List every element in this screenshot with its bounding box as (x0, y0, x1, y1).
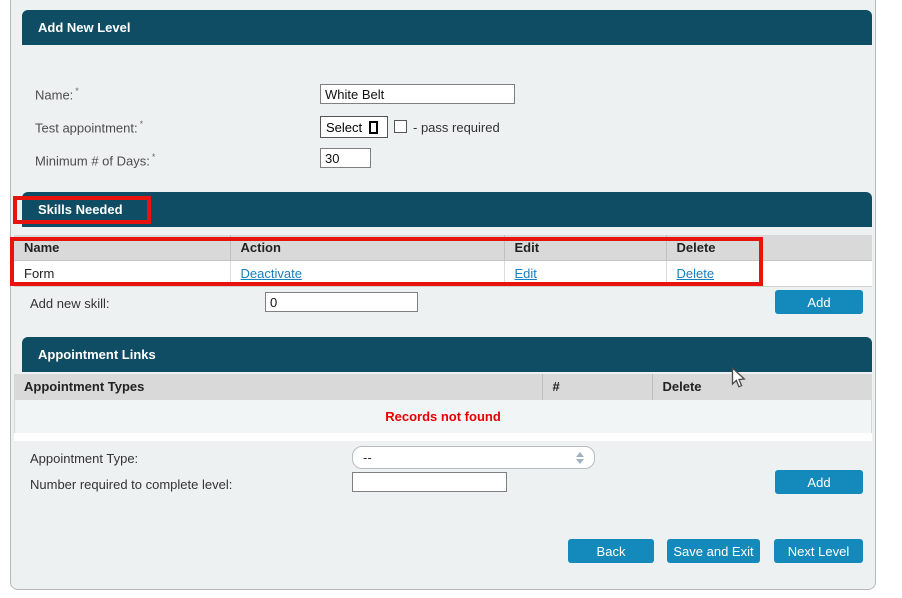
section-title: Add New Level (38, 20, 130, 35)
col-header-action: Action (230, 235, 504, 260)
required-mark: * (152, 152, 156, 162)
save-and-exit-button[interactable]: Save and Exit (667, 539, 760, 563)
next-level-button[interactable]: Next Level (774, 539, 863, 563)
number-required-label: Number required to complete level: (30, 477, 232, 492)
col-header-appointment-types: Appointment Types (14, 374, 542, 400)
col-header-delete: Delete (652, 374, 872, 400)
select-value: Select (326, 120, 362, 135)
page: Add New Level Name:* Test appointment:* … (0, 0, 902, 598)
skill-name-cell: Form (14, 260, 230, 286)
required-mark: * (75, 86, 79, 96)
col-header-number: # (542, 374, 652, 400)
section-title: Skills Needed (38, 202, 123, 217)
select-spinner-icon (576, 452, 584, 464)
deactivate-link[interactable]: Deactivate (241, 266, 302, 281)
select-value: -- (363, 450, 372, 465)
skills-table: Name Action Edit Delete Form Deactivate … (14, 235, 872, 287)
name-input[interactable] (320, 84, 515, 104)
section-title: Appointment Links (38, 347, 156, 362)
missing-glyph-icon (369, 121, 378, 134)
add-new-skill-input[interactable] (265, 292, 418, 312)
section-header-add-new-level: Add New Level (22, 10, 872, 45)
pass-required-checkbox[interactable] (394, 120, 407, 133)
add-skill-button[interactable]: Add (775, 290, 863, 314)
edit-link[interactable]: Edit (515, 266, 537, 281)
back-button[interactable]: Back (568, 539, 654, 563)
col-header-delete: Delete (666, 235, 872, 260)
number-required-input[interactable] (352, 472, 507, 492)
appointment-type-label: Appointment Type: (30, 451, 138, 466)
delete-link[interactable]: Delete (677, 266, 715, 281)
section-header-skills-needed: Skills Needed (22, 192, 872, 227)
add-appointment-button[interactable]: Add (775, 470, 863, 494)
mouse-cursor-icon (731, 367, 746, 394)
min-days-label: Minimum # of Days:* (35, 152, 155, 168)
name-label: Name:* (35, 86, 79, 102)
required-mark: * (140, 119, 144, 129)
test-appointment-select[interactable]: Select (320, 116, 388, 138)
skills-table-row: Form Deactivate Edit Delete (14, 260, 872, 286)
col-header-edit: Edit (504, 235, 666, 260)
appointment-type-select[interactable]: -- (352, 446, 595, 469)
table-footer-strip (14, 433, 872, 441)
test-appointment-label: Test appointment:* (35, 119, 143, 135)
pass-required-label: - pass required (413, 120, 500, 135)
col-header-name: Name (14, 235, 230, 260)
add-new-skill-label: Add new skill: (30, 296, 109, 311)
skills-table-header-row: Name Action Edit Delete (14, 235, 872, 260)
min-days-input[interactable] (320, 148, 371, 168)
records-not-found-message: Records not found (14, 400, 872, 433)
